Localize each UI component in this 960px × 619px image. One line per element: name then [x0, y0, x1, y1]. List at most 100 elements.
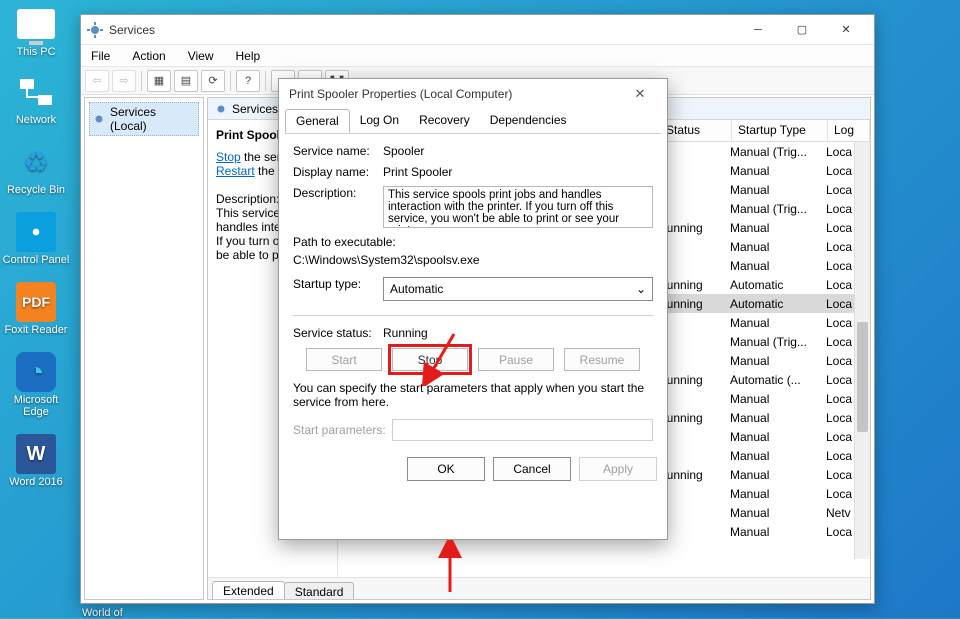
stop-service-link[interactable]: Stop — [216, 150, 241, 164]
service-name-label: Service name: — [293, 144, 383, 158]
close-button[interactable]: ✕ — [824, 16, 868, 44]
cell-startup-type: Manual — [724, 259, 820, 273]
tab-recovery[interactable]: Recovery — [409, 109, 480, 133]
table-row[interactable]: ManualLoca — [652, 484, 870, 503]
table-row[interactable]: ManualLoca — [652, 237, 870, 256]
table-row[interactable]: ManualLoca — [652, 256, 870, 275]
cancel-button[interactable]: Cancel — [493, 457, 571, 481]
tree-node-label: Services (Local) — [110, 105, 196, 133]
desktop-icon-partial: World of — [82, 607, 123, 619]
table-row[interactable]: RunningAutomatic (...Loca — [652, 370, 870, 389]
col-status[interactable]: Status — [660, 120, 732, 141]
tab-standard[interactable]: Standard — [284, 582, 355, 600]
desktop-icon-label: Recycle Bin — [0, 184, 72, 196]
desktop-icon-word[interactable]: W Word 2016 — [0, 430, 72, 488]
cell-startup-type: Manual — [724, 354, 820, 368]
cell-startup-type: Manual — [724, 316, 820, 330]
description-box[interactable]: This service spools print jobs and handl… — [383, 186, 653, 228]
cell-startup-type: Manual — [724, 430, 820, 444]
table-row[interactable]: Manual (Trig...Loca — [652, 199, 870, 218]
menu-file[interactable]: File — [87, 47, 114, 65]
start-params-label: Start parameters: — [293, 423, 386, 437]
vertical-scrollbar[interactable] — [854, 142, 870, 559]
table-row[interactable]: ManualLoca — [652, 161, 870, 180]
service-status-label: Service status: — [293, 326, 383, 340]
cell-startup-type: Manual — [724, 221, 820, 235]
cell-startup-type: Automatic — [724, 278, 820, 292]
cell-startup-type: Automatic (... — [724, 373, 820, 387]
path-value: C:\Windows\System32\spoolsv.exe — [293, 253, 653, 267]
desktop-icon-label: Network — [0, 114, 72, 126]
startup-type-select[interactable]: Automatic ⌄ — [383, 277, 653, 301]
desktop-icon-network[interactable]: Network — [0, 68, 72, 126]
table-row[interactable]: ManualLoca — [652, 446, 870, 465]
restart-service-link[interactable]: Restart — [216, 164, 255, 178]
toolbar-icon[interactable]: ⟳ — [201, 70, 225, 92]
table-row[interactable]: ManualLoca — [652, 351, 870, 370]
cell-startup-type: Manual (Trig... — [724, 335, 820, 349]
description-label: Description: — [293, 186, 383, 200]
menubar: File Action View Help — [81, 45, 874, 67]
cell-startup-type: Automatic — [724, 297, 820, 311]
cell-startup-type: Manual — [724, 164, 820, 178]
table-row[interactable]: ManualLoca — [652, 427, 870, 446]
tree-node-services-local[interactable]: Services (Local) — [89, 102, 199, 136]
minimize-button[interactable]: ─ — [736, 16, 780, 44]
desktop-icon-edge[interactable]: ◔ Microsoft Edge — [0, 348, 72, 418]
table-row[interactable]: ManualLoca — [652, 389, 870, 408]
col-startup-type[interactable]: Startup Type — [732, 120, 828, 141]
tree-pane: Services (Local) — [84, 97, 204, 600]
tab-general[interactable]: General — [285, 109, 350, 133]
stop-button[interactable]: Stop — [392, 348, 468, 371]
desktop-icon-control-panel[interactable]: Control Panel — [0, 208, 72, 266]
dialog-close-button[interactable]: ✕ — [623, 81, 657, 107]
col-log[interactable]: Log — [828, 120, 870, 141]
tab-extended[interactable]: Extended — [212, 581, 285, 600]
table-row[interactable]: RunningAutomaticLoca — [652, 294, 870, 313]
cell-startup-type: Manual — [724, 392, 820, 406]
cell-startup-type: Manual — [724, 240, 820, 254]
desktop-icon-this-pc[interactable]: This PC — [0, 0, 72, 58]
desktop-icon-label: Foxit Reader — [0, 324, 72, 336]
table-row[interactable]: ManualNetv — [652, 503, 870, 522]
cell-startup-type: Manual — [724, 468, 820, 482]
service-name-value: Spooler — [383, 144, 653, 158]
table-row[interactable]: ManualLoca — [652, 313, 870, 332]
tab-log-on[interactable]: Log On — [350, 109, 409, 133]
tab-dependencies[interactable]: Dependencies — [480, 109, 577, 133]
table-row[interactable]: RunningAutomaticLoca — [652, 275, 870, 294]
startup-type-label: Startup type: — [293, 277, 383, 291]
cell-startup-type: Manual (Trig... — [724, 145, 820, 159]
table-row[interactable]: RunningManualLoca — [652, 408, 870, 427]
table-row[interactable]: RunningManualLoca — [652, 465, 870, 484]
dialog-titlebar[interactable]: Print Spooler Properties (Local Computer… — [279, 79, 667, 109]
maximize-button[interactable]: ▢ — [780, 16, 824, 44]
desktop-icon-label: Control Panel — [0, 254, 72, 266]
desktop-icon-foxit[interactable]: PDF Foxit Reader — [0, 278, 72, 336]
table-row[interactable]: ManualLoca — [652, 522, 870, 541]
menu-action[interactable]: Action — [128, 47, 169, 65]
table-row[interactable]: Manual (Trig...Loca — [652, 142, 870, 161]
help-icon[interactable]: ? — [236, 70, 260, 92]
window-title: Services — [109, 23, 736, 37]
display-name-label: Display name: — [293, 165, 383, 179]
desktop-icon-label: This PC — [0, 46, 72, 58]
resume-button: Resume — [564, 348, 640, 371]
toolbar-icon[interactable]: ▦ — [147, 70, 171, 92]
table-row[interactable]: ManualLoca — [652, 180, 870, 199]
dialog-tabs: General Log On Recovery Dependencies — [279, 109, 667, 133]
desktop-icon-label: Microsoft Edge — [0, 394, 72, 418]
menu-view[interactable]: View — [184, 47, 218, 65]
gear-icon — [92, 112, 106, 126]
toolbar-icon[interactable]: ▤ — [174, 70, 198, 92]
table-row[interactable]: Manual (Trig...Loca — [652, 332, 870, 351]
path-label: Path to executable: — [293, 235, 653, 249]
titlebar[interactable]: Services ─ ▢ ✕ — [81, 15, 874, 45]
bottom-tabs: Extended Standard — [208, 577, 870, 599]
table-row[interactable]: RunningManualLoca — [652, 218, 870, 237]
cell-startup-type: Manual — [724, 525, 820, 539]
desktop-icon-recycle-bin[interactable]: ♻ Recycle Bin — [0, 138, 72, 196]
ok-button[interactable]: OK — [407, 457, 485, 481]
menu-help[interactable]: Help — [232, 47, 265, 65]
scrollbar-thumb[interactable] — [857, 322, 868, 432]
